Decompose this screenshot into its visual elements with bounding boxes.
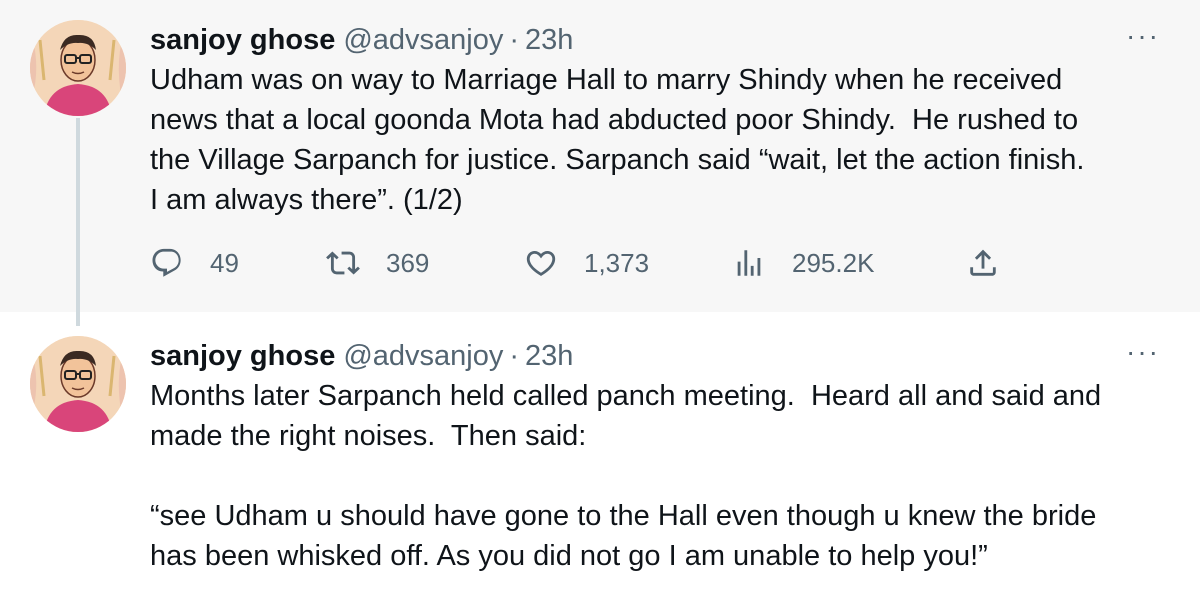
timestamp[interactable]: 23h [525, 338, 573, 374]
tweet-header: sanjoy ghose @advsanjoy · 23h [150, 338, 573, 374]
author-handle[interactable]: @advsanjoy [343, 338, 503, 374]
retweet-button[interactable]: 369 [326, 246, 429, 280]
avatar[interactable] [30, 20, 126, 116]
views-button[interactable]: 295.2K [732, 246, 874, 280]
tweet[interactable]: sanjoy ghose @advsanjoy · 23h ··· Udham … [0, 0, 1200, 312]
retweet-icon [326, 251, 360, 275]
share-button[interactable] [966, 246, 1000, 280]
timestamp[interactable]: 23h [525, 22, 573, 58]
thread-line [76, 118, 80, 312]
tweet-text: Months later Sarpanch held called panch … [150, 380, 1102, 572]
separator-dot: · [509, 340, 520, 372]
tweet-actions: 49 369 1,373 295.2K [150, 246, 1000, 286]
avatar-illustration [30, 20, 126, 116]
avatar[interactable] [30, 336, 126, 432]
author-handle[interactable]: @advsanjoy [343, 22, 503, 58]
like-button[interactable]: 1,373 [524, 246, 649, 280]
more-options-icon[interactable]: ··· [1126, 22, 1160, 50]
tweet[interactable]: sanjoy ghose @advsanjoy · 23h ··· Months… [0, 312, 1200, 602]
reply-icon [152, 248, 181, 277]
reply-count: 49 [210, 247, 239, 278]
author-name[interactable]: sanjoy ghose [150, 22, 335, 58]
more-options-icon[interactable]: ··· [1126, 338, 1160, 366]
heart-icon [526, 250, 556, 276]
view-count: 295.2K [792, 247, 875, 278]
author-name[interactable]: sanjoy ghose [150, 338, 335, 374]
reply-button[interactable]: 49 [150, 246, 239, 280]
separator-dot: · [509, 24, 520, 56]
retweet-count: 369 [386, 247, 430, 278]
avatar-illustration [30, 336, 126, 432]
views-icon [737, 250, 761, 276]
tweet-header: sanjoy ghose @advsanjoy · 23h [150, 22, 573, 58]
tweet-text: Udham was on way to Marriage Hall to mar… [150, 64, 1085, 216]
thread-line [76, 312, 80, 326]
share-icon [970, 249, 996, 276]
like-count: 1,373 [584, 247, 650, 278]
